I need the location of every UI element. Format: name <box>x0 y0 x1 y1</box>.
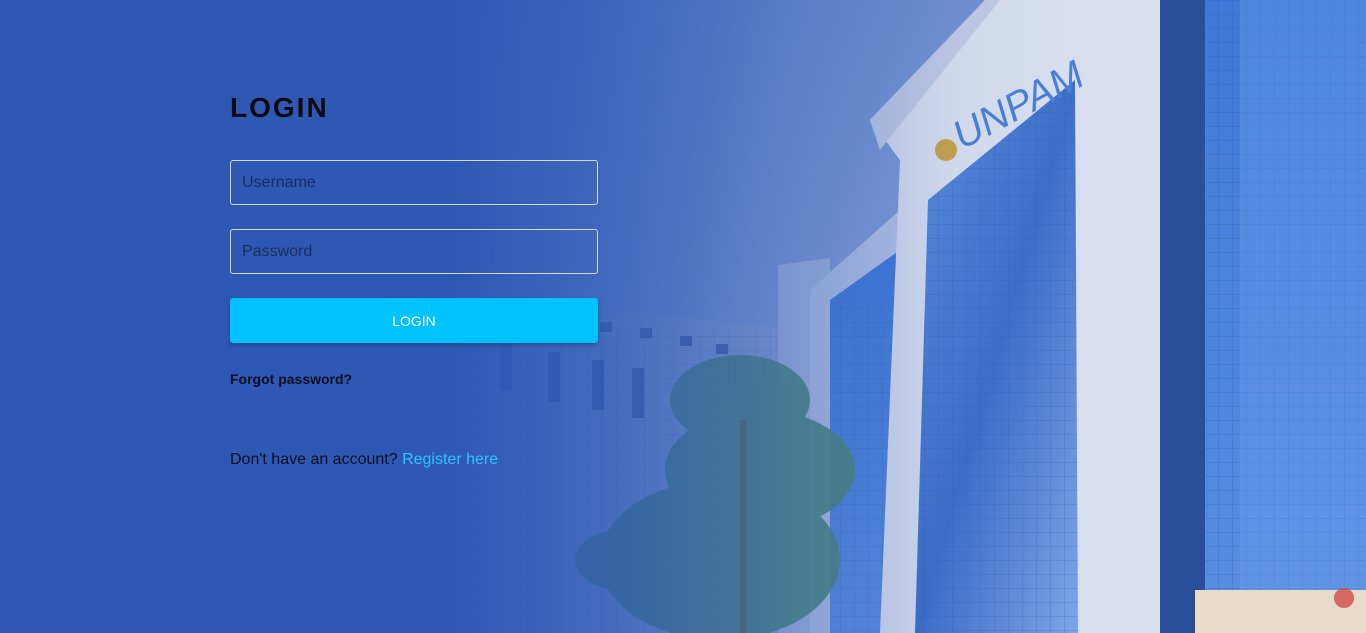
page-title: LOGIN <box>230 92 329 123</box>
register-link[interactable]: Register here <box>402 451 498 468</box>
username-input[interactable] <box>230 160 598 205</box>
login-form: LOGIN LOGIN Forgot password? Don't have … <box>230 90 598 469</box>
forgot-password-link[interactable]: Forgot password? <box>230 371 352 387</box>
login-button[interactable]: LOGIN <box>230 298 598 343</box>
register-prompt-text: Don't have an account? <box>230 451 398 468</box>
register-prompt-row: Don't have an account? Register here <box>230 451 598 469</box>
campus-building-background-image: UNPAM <box>0 0 1366 633</box>
password-input[interactable] <box>230 229 598 274</box>
login-page: UNPAM LOGIN LOGIN Forgot password? Don't… <box>0 0 1366 633</box>
